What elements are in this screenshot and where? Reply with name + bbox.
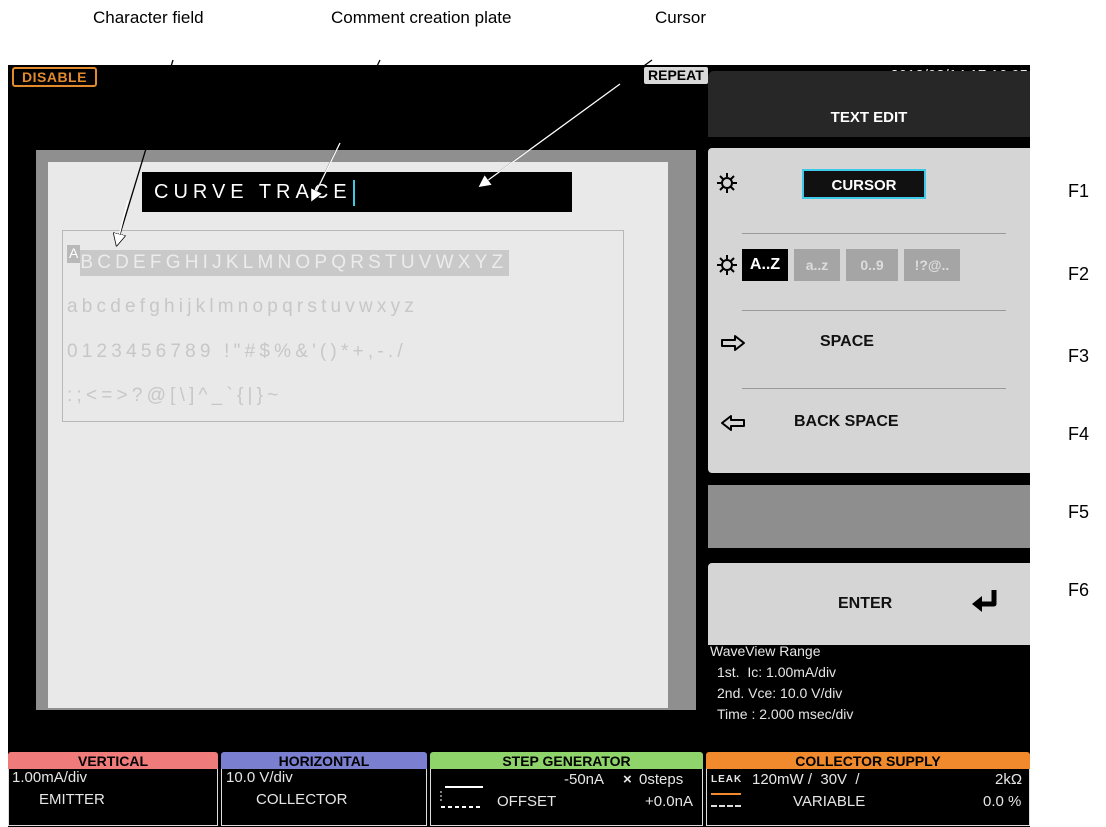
leader-character-field: [116, 59, 174, 245]
callout-leader-lines: [0, 59, 653, 827]
leader-cursor-arrow: [480, 83, 621, 186]
leader-comment-plate-arrow: [312, 142, 341, 200]
leader-character-field-arrow: [117, 199, 129, 244]
